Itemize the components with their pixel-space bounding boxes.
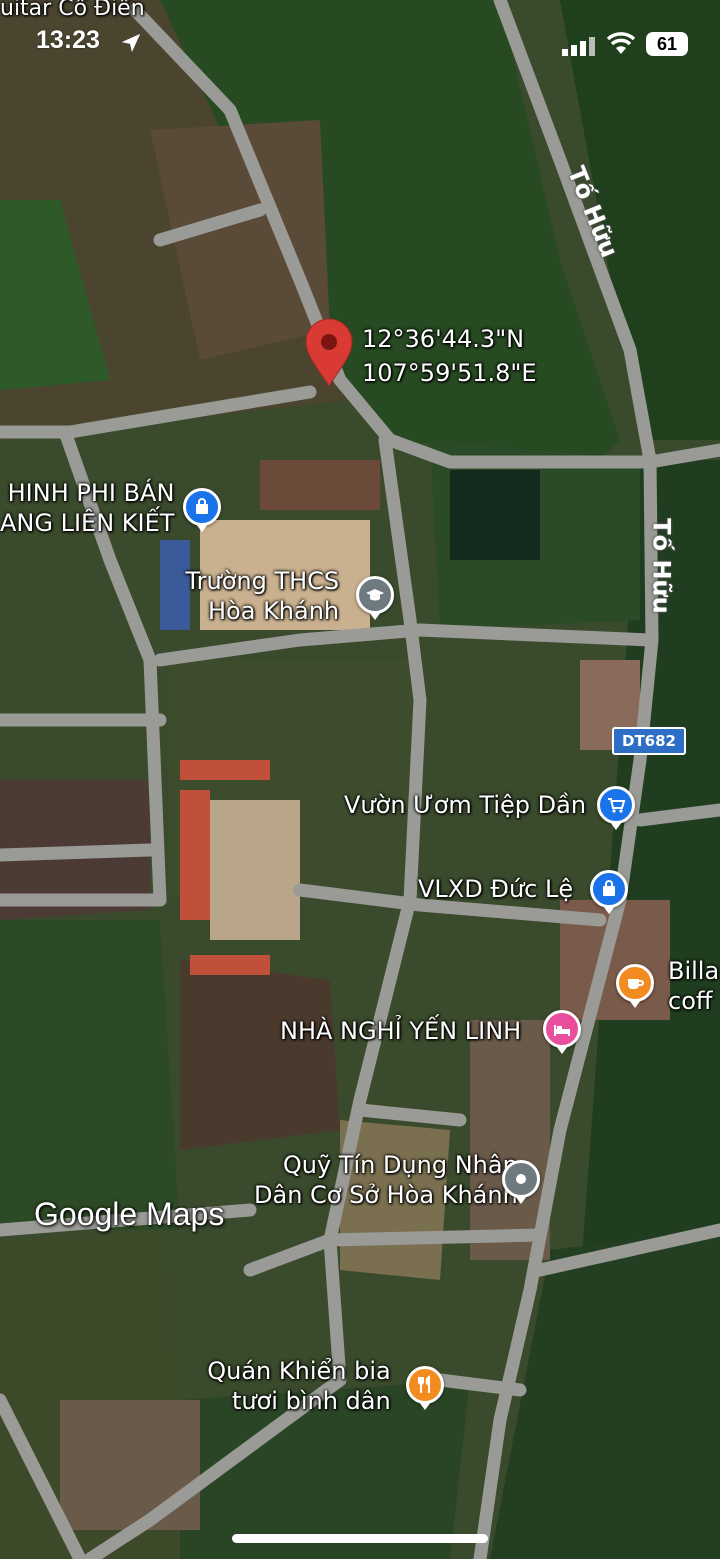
- battery-indicator: 61: [646, 32, 688, 56]
- road-label-to-huu-east: Tố Hữu: [647, 518, 676, 614]
- partial-place-label: uitar Cổ Điển: [0, 0, 145, 21]
- place-label-line2: ANG LIÊN KIẾT: [0, 509, 175, 537]
- place-label-line2: tươi bình dân: [232, 1387, 391, 1415]
- status-time: 13:23: [36, 26, 100, 54]
- shopping-bag-icon[interactable]: [183, 488, 221, 532]
- place-label-quan-khien[interactable]: Quán Khiển bia tươi bình dân: [206, 1356, 391, 1416]
- place-label-phi-ban[interactable]: HINH PHI BÁN ANG LIÊN KIẾT: [0, 478, 174, 538]
- place-label-truong-thcs[interactable]: Trường THCS Hòa Khánh: [182, 566, 339, 626]
- place-label-line1: Trường THCS: [185, 567, 340, 595]
- wifi-icon: [606, 32, 636, 56]
- home-indicator[interactable]: [232, 1534, 488, 1543]
- shopping-cart-icon[interactable]: [597, 786, 635, 830]
- place-label-line2: coff: [668, 987, 713, 1015]
- place-label-vlxd[interactable]: VLXD Đức Lệ: [418, 874, 573, 904]
- battery-level: 61: [656, 33, 678, 54]
- fork-knife-icon[interactable]: [406, 1366, 444, 1410]
- place-label-nha-nghi[interactable]: NHÀ NGHỈ YẾN LINH: [280, 1016, 521, 1046]
- pin-longitude: 107°59'51.8"E: [362, 359, 537, 387]
- bed-icon[interactable]: [543, 1010, 581, 1054]
- google-maps-logo: Google Maps: [34, 1196, 225, 1232]
- graduation-cap-icon[interactable]: [356, 576, 394, 620]
- pin-latitude: 12°36'44.3"N: [362, 325, 525, 353]
- place-label-billa[interactable]: Billa coff: [668, 956, 719, 1016]
- place-label-line1: Quán Khiển bia: [207, 1357, 391, 1385]
- place-label-line2: Dân Cơ Sở Hòa Khánh: [254, 1181, 518, 1209]
- place-label-line1: Billa: [668, 957, 720, 985]
- shopping-bag-icon[interactable]: [590, 870, 628, 914]
- place-label-vuon-uom[interactable]: Vườn Ươm Tiệp Dần: [344, 790, 586, 820]
- place-label-line1: HINH PHI BÁN: [7, 479, 175, 507]
- cellular-signal-icon: [562, 36, 596, 56]
- coffee-cup-icon[interactable]: [616, 964, 654, 1008]
- place-label-quy-tin-dung[interactable]: Quỹ Tín Dụng Nhân Dân Cơ Sở Hòa Khánh: [254, 1150, 518, 1210]
- pin-dot-icon[interactable]: [502, 1160, 540, 1204]
- place-label-line2: Hòa Khánh: [208, 597, 340, 625]
- dropped-pin-marker[interactable]: [304, 318, 354, 388]
- route-shield-dt682: DT682: [612, 727, 686, 755]
- location-arrow-icon: [120, 32, 142, 54]
- place-label-line1: Quỹ Tín Dụng Nhân: [282, 1151, 518, 1179]
